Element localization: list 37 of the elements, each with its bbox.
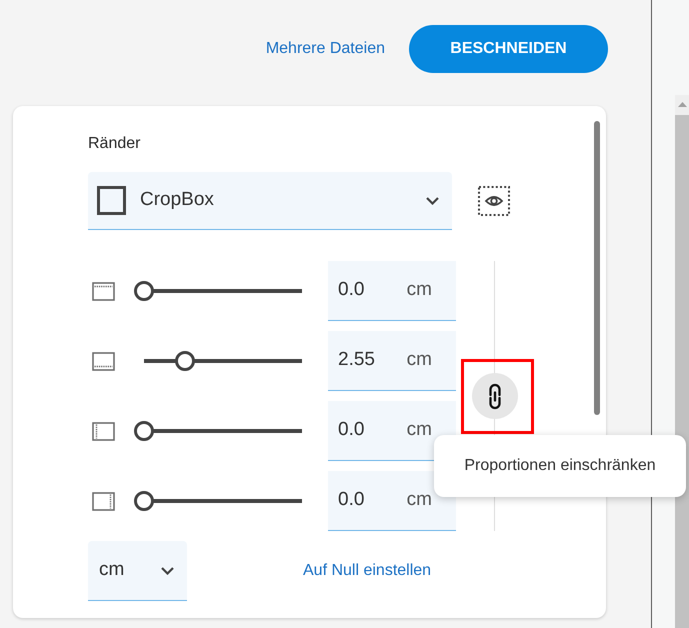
slider-thumb[interactable] <box>134 421 154 441</box>
slider-track[interactable] <box>134 421 302 441</box>
tooltip: Proportionen einschränken <box>434 435 686 497</box>
constrain-proportions-button[interactable] <box>472 373 518 419</box>
field-value: 2.55 <box>338 348 375 372</box>
slider-track[interactable] <box>134 491 302 511</box>
slider-thumb[interactable] <box>175 351 196 371</box>
chevron-down-icon <box>161 566 174 574</box>
unit-label: cm <box>406 348 432 372</box>
field-value: 0.0 <box>338 418 364 442</box>
multiple-files-link[interactable]: Mehrere Dateien <box>266 37 385 61</box>
crop-button[interactable]: BESCHNEIDEN <box>409 25 608 73</box>
section-label: Ränder <box>88 134 142 154</box>
eye-icon[interactable] <box>478 186 510 216</box>
slider-thumb[interactable] <box>134 491 154 511</box>
margin-field[interactable]: 0.0 cm <box>328 401 456 461</box>
margin-field[interactable]: 0.0 cm <box>328 261 456 321</box>
field-value: 0.0 <box>338 488 364 512</box>
reset-link[interactable]: Auf Null einstellen <box>303 559 432 583</box>
unit-select[interactable]: cm <box>88 541 187 601</box>
scrollbar-thumb[interactable] <box>594 121 600 415</box>
unit-label: cm <box>406 418 432 442</box>
top-margin-icon <box>92 282 115 300</box>
unit-label: cm <box>406 488 432 512</box>
field-value: 0.0 <box>338 278 364 302</box>
unit-label: cm <box>406 278 432 302</box>
chain-icon <box>488 382 502 410</box>
box-select[interactable]: CropBox <box>88 172 452 230</box>
chevron-down-icon <box>426 196 439 204</box>
slider-track[interactable] <box>134 281 302 301</box>
margin-field[interactable]: 2.55 cm <box>328 331 456 391</box>
slider-thumb[interactable] <box>134 281 154 301</box>
square-icon <box>97 186 126 215</box>
margin-field[interactable]: 0.0 cm <box>328 471 456 531</box>
left-margin-icon <box>92 422 115 440</box>
right-margin-icon <box>92 492 115 510</box>
bottom-margin-icon <box>92 352 115 370</box>
